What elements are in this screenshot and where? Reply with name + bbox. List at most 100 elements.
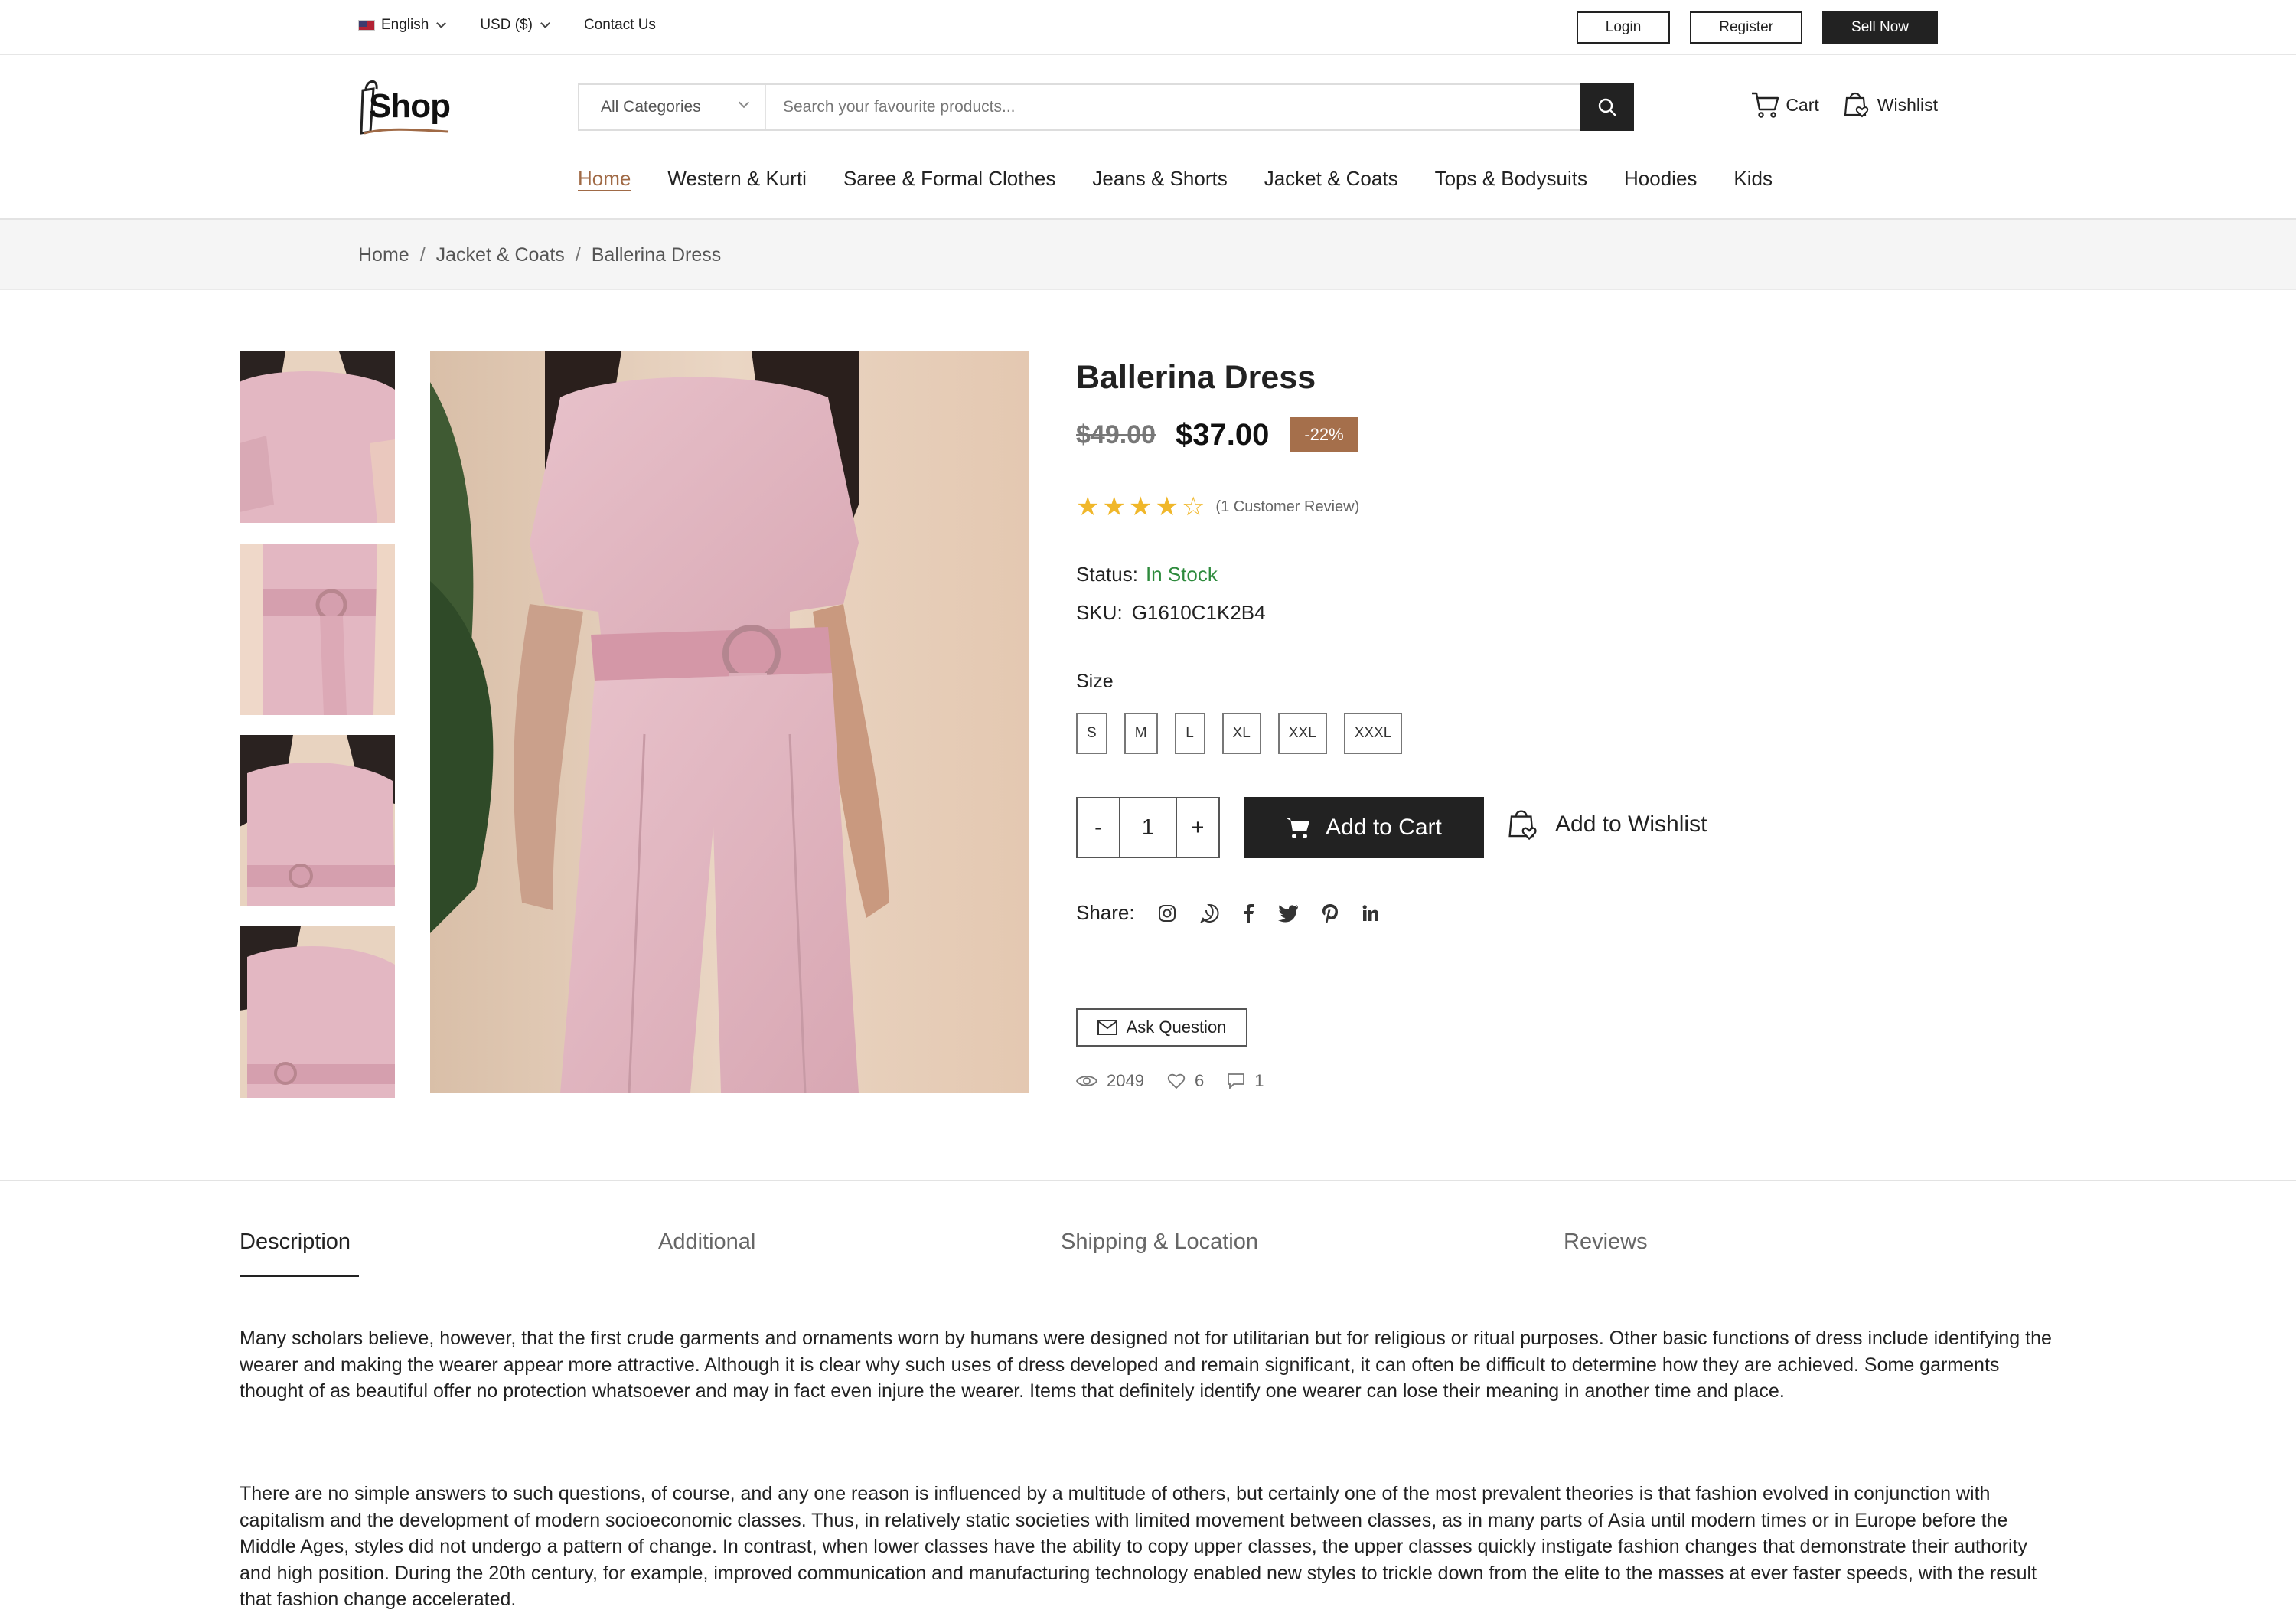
active-tab-indicator — [240, 1275, 359, 1277]
tab-shipping-location[interactable]: Shipping & Location — [1061, 1229, 1258, 1255]
search-bar: All Categories — [578, 83, 1634, 131]
sell-now-button[interactable]: Sell Now — [1822, 11, 1938, 44]
cart-icon — [1752, 92, 1779, 118]
review-count[interactable]: (1 Customer Review) — [1215, 498, 1359, 516]
tab-reviews[interactable]: Reviews — [1564, 1229, 1648, 1255]
product-photo — [430, 351, 1029, 1093]
sku-label: SKU: — [1076, 601, 1123, 624]
breadcrumb-separator: / — [575, 244, 581, 266]
sku-value: G1610C1K2B4 — [1131, 601, 1266, 624]
facebook-icon[interactable] — [1242, 903, 1254, 923]
wishlist-link[interactable]: Wishlist — [1842, 90, 1938, 119]
size-option-l[interactable]: L — [1174, 713, 1205, 754]
pinterest-icon[interactable] — [1322, 903, 1339, 923]
views-count: 2049 — [1107, 1071, 1144, 1090]
heart-icon — [1167, 1073, 1186, 1089]
envelope-icon — [1097, 1020, 1117, 1035]
stock-status: Status: In Stock — [1076, 563, 1218, 586]
quantity-input[interactable]: 1 — [1120, 798, 1177, 857]
quantity-increase-button[interactable]: + — [1177, 798, 1218, 857]
size-label: Size — [1076, 671, 1114, 692]
category-select[interactable]: All Categories — [579, 85, 766, 129]
top-bar-left: English USD ($) Contact Us — [358, 17, 691, 34]
product-thumbnail-image — [240, 351, 395, 523]
star-full-icon: ★ — [1076, 492, 1100, 521]
product-thumbnail-1[interactable] — [240, 351, 395, 523]
chevron-down-icon — [436, 18, 447, 28]
tab-description[interactable]: Description — [240, 1229, 351, 1255]
product-thumbnail-4[interactable] — [240, 926, 395, 1098]
linkedin-icon[interactable] — [1362, 904, 1380, 923]
product-thumbnail-image — [240, 926, 395, 1098]
wishlist-bag-icon — [1844, 92, 1868, 118]
nav-item-home[interactable]: Home — [578, 167, 631, 191]
main-nav: Home Western & Kurti Saree & Formal Clot… — [578, 167, 1809, 191]
product-thumbnail-3[interactable] — [240, 735, 395, 906]
nav-item-jacket-coats[interactable]: Jacket & Coats — [1264, 167, 1398, 191]
product-stats: 2049 6 1 — [1076, 1071, 1287, 1091]
chevron-down-icon — [540, 18, 550, 28]
search-icon — [1598, 98, 1616, 116]
product-main-image[interactable] — [430, 351, 1029, 1093]
twitter-icon[interactable] — [1277, 904, 1299, 923]
breadcrumb: Home / Jacket & Coats / Ballerina Dress — [358, 244, 721, 266]
status-value: In Stock — [1145, 563, 1218, 586]
comments-count: 1 — [1254, 1071, 1264, 1090]
size-option-s[interactable]: S — [1076, 713, 1107, 754]
shop-logo[interactable]: Shop — [358, 77, 453, 136]
nav-item-kids[interactable]: Kids — [1733, 167, 1773, 191]
ask-question-button[interactable]: Ask Question — [1076, 1008, 1247, 1047]
product-title: Ballerina Dress — [1076, 359, 1316, 396]
add-to-cart-button[interactable]: Add to Cart — [1244, 797, 1484, 858]
breadcrumb-home[interactable]: Home — [358, 244, 409, 266]
star-full-icon: ★ — [1102, 492, 1126, 521]
search-input[interactable] — [766, 85, 1580, 129]
wishlist-label: Wishlist — [1877, 94, 1938, 115]
size-option-xl[interactable]: XL — [1221, 713, 1261, 754]
size-options: S M L XL XXL XXXL — [1076, 713, 1419, 754]
top-bar-right: Login Register Sell Now — [1557, 11, 1938, 44]
add-to-wishlist-label: Add to Wishlist — [1555, 812, 1707, 837]
logo-text: Shop — [369, 87, 451, 125]
language-selector[interactable]: English — [358, 17, 447, 34]
share-label: Share: — [1076, 901, 1135, 924]
cart-icon — [1287, 818, 1310, 838]
nav-item-saree-formal[interactable]: Saree & Formal Clothes — [843, 167, 1055, 191]
currency-selector[interactable]: USD ($) — [480, 17, 550, 34]
nav-item-jeans-shorts[interactable]: Jeans & Shorts — [1092, 167, 1227, 191]
quantity-stepper: - 1 + — [1076, 797, 1220, 858]
contact-link[interactable]: Contact Us — [584, 17, 656, 34]
top-bar: English USD ($) Contact Us Login Registe… — [0, 0, 2296, 55]
product-thumbnail-2[interactable] — [240, 544, 395, 715]
comments-stat[interactable]: 1 — [1227, 1071, 1264, 1091]
rating[interactable]: ★ ★ ★ ★ ☆ (1 Customer Review) — [1076, 494, 1359, 520]
nav-item-hoodies[interactable]: Hoodies — [1624, 167, 1697, 191]
size-option-xxxl[interactable]: XXXL — [1343, 713, 1403, 754]
breadcrumb-current: Ballerina Dress — [591, 244, 722, 266]
size-option-m[interactable]: M — [1124, 713, 1158, 754]
product-thumbnail-image — [240, 544, 395, 715]
nav-item-tops-bodysuits[interactable]: Tops & Bodysuits — [1435, 167, 1587, 191]
star-empty-icon: ☆ — [1181, 492, 1205, 521]
register-button[interactable]: Register — [1690, 11, 1803, 44]
add-to-wishlist-button[interactable]: Add to Wishlist — [1506, 808, 1707, 841]
likes-stat[interactable]: 6 — [1167, 1071, 1204, 1091]
cart-link[interactable]: Cart — [1750, 91, 1819, 119]
category-label: All Categories — [601, 98, 701, 116]
size-option-xxl[interactable]: XXL — [1277, 713, 1327, 754]
description-paragraph-2: There are no simple answers to such ques… — [240, 1483, 2037, 1610]
chevron-down-icon — [738, 96, 750, 109]
quantity-decrease-button[interactable]: - — [1078, 798, 1120, 857]
search-button[interactable] — [1580, 83, 1634, 131]
tab-additional[interactable]: Additional — [658, 1229, 755, 1255]
header-links: Cart Wishlist — [1727, 90, 1938, 119]
breadcrumb-category[interactable]: Jacket & Coats — [436, 244, 565, 266]
us-flag-icon — [358, 20, 375, 31]
status-label: Status: — [1076, 563, 1138, 586]
login-button[interactable]: Login — [1576, 11, 1671, 44]
whatsapp-icon[interactable] — [1199, 903, 1219, 923]
nav-item-western-kurti[interactable]: Western & Kurti — [667, 167, 807, 191]
currency-label: USD ($) — [480, 17, 533, 33]
old-price: $49.00 — [1076, 420, 1156, 449]
instagram-icon[interactable] — [1158, 904, 1176, 923]
